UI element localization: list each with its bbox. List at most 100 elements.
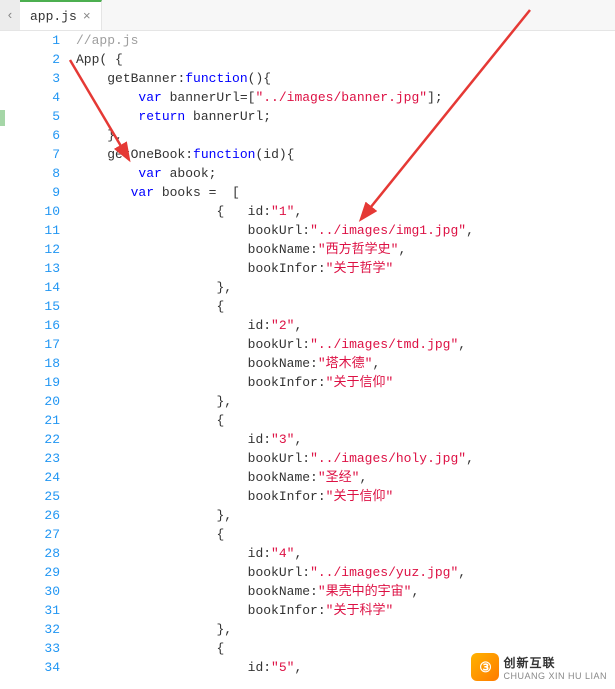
code-text: }, bbox=[107, 128, 123, 143]
code-string: "关于科学" bbox=[326, 603, 394, 618]
line-number: 17 bbox=[0, 335, 60, 354]
code-text: bookName: bbox=[248, 584, 318, 599]
line-number: 21 bbox=[0, 411, 60, 430]
code-text: bookUrl: bbox=[248, 337, 310, 352]
watermark-text: 创新互联 CHUANG XIN HU LIAN bbox=[503, 654, 607, 681]
line-number: 31 bbox=[0, 601, 60, 620]
code-text: , bbox=[294, 546, 302, 561]
line-number: 22 bbox=[0, 430, 60, 449]
code-text: bookInfor: bbox=[248, 375, 326, 390]
code-text: (id){ bbox=[255, 147, 294, 162]
code-string: "../images/tmd.jpg" bbox=[310, 337, 458, 352]
line-number: 27 bbox=[0, 525, 60, 544]
tab-filename: app.js bbox=[30, 9, 77, 24]
code-text: }, bbox=[216, 508, 232, 523]
code-string: "../images/holy.jpg" bbox=[310, 451, 466, 466]
line-number: 6 bbox=[0, 126, 60, 145]
code-text: , bbox=[458, 565, 466, 580]
code-string: "果壳中的宇宙" bbox=[318, 584, 412, 599]
line-number: 14 bbox=[0, 278, 60, 297]
line-number: 9 bbox=[0, 183, 60, 202]
code-text: App( { bbox=[76, 52, 123, 67]
line-number: 32 bbox=[0, 620, 60, 639]
line-number: 19 bbox=[0, 373, 60, 392]
code-text: ]; bbox=[427, 90, 443, 105]
line-number: 8 bbox=[0, 164, 60, 183]
line-number: 29 bbox=[0, 563, 60, 582]
code-text: { bbox=[216, 299, 224, 314]
code-string: "../images/img1.jpg" bbox=[310, 223, 466, 238]
watermark-cn: 创新互联 bbox=[503, 654, 607, 671]
line-number: 4 bbox=[0, 88, 60, 107]
line-number: 12 bbox=[0, 240, 60, 259]
code-text: id: bbox=[248, 432, 271, 447]
code-text: , bbox=[411, 584, 419, 599]
code-text: , bbox=[294, 660, 302, 675]
line-number: 11 bbox=[0, 221, 60, 240]
code-text: , bbox=[466, 451, 474, 466]
code-keyword: function bbox=[185, 71, 247, 86]
code-text: bannerUrl; bbox=[185, 109, 271, 124]
code-text: , bbox=[294, 318, 302, 333]
code-text: id: bbox=[248, 660, 271, 675]
code-text: , bbox=[398, 242, 406, 257]
code-string: "2" bbox=[271, 318, 294, 333]
line-number: 25 bbox=[0, 487, 60, 506]
code-text: abook; bbox=[162, 166, 217, 181]
code-keyword: function bbox=[193, 147, 255, 162]
line-number: 10 bbox=[0, 202, 60, 221]
line-number: 3 bbox=[0, 69, 60, 88]
code-text: , bbox=[294, 204, 302, 219]
code-string: "../images/banner.jpg" bbox=[255, 90, 427, 105]
code-string: "4" bbox=[271, 546, 294, 561]
code-text: bookName: bbox=[248, 242, 318, 257]
line-number: 7 bbox=[0, 145, 60, 164]
code-string: "西方哲学史" bbox=[318, 242, 399, 257]
code-text: }, bbox=[216, 622, 232, 637]
line-number: 28 bbox=[0, 544, 60, 563]
line-number: 2 bbox=[0, 50, 60, 69]
code-string: "1" bbox=[271, 204, 294, 219]
code-text: id: bbox=[248, 318, 271, 333]
line-number: 33 bbox=[0, 639, 60, 658]
tab-app-js[interactable]: app.js × bbox=[20, 0, 102, 30]
line-number: 16 bbox=[0, 316, 60, 335]
line-number: 30 bbox=[0, 582, 60, 601]
code-string: "关于信仰" bbox=[326, 489, 394, 504]
code-text: { bbox=[216, 527, 224, 542]
code-text: { bbox=[216, 413, 224, 428]
close-icon[interactable]: × bbox=[83, 10, 91, 23]
code-editor[interactable]: 1234567891011121314151617181920212223242… bbox=[0, 31, 615, 677]
code-string: "圣经" bbox=[318, 470, 360, 485]
code-text: , bbox=[359, 470, 367, 485]
line-number-gutter: 1234567891011121314151617181920212223242… bbox=[0, 31, 76, 677]
code-string: "3" bbox=[271, 432, 294, 447]
code-keyword: return bbox=[138, 109, 185, 124]
code-string: "关于信仰" bbox=[326, 375, 394, 390]
code-string: "5" bbox=[271, 660, 294, 675]
code-text: { id: bbox=[216, 204, 271, 219]
code-keyword: var bbox=[138, 166, 161, 181]
code-area: //app.js App( { getBanner:function(){ va… bbox=[76, 31, 474, 677]
tab-scroll-left[interactable]: ‹ bbox=[0, 0, 20, 30]
code-text: bookInfor: bbox=[248, 603, 326, 618]
code-prop: getOneBook bbox=[107, 147, 185, 162]
code-string: "塔木德" bbox=[318, 356, 373, 371]
code-text: bookInfor: bbox=[248, 489, 326, 504]
code-string: "关于哲学" bbox=[326, 261, 394, 276]
code-keyword: var bbox=[131, 185, 154, 200]
line-number: 1 bbox=[0, 31, 60, 50]
code-text: bookUrl: bbox=[248, 223, 310, 238]
code-keyword: var bbox=[138, 90, 161, 105]
watermark-en: CHUANG XIN HU LIAN bbox=[503, 671, 607, 681]
code-comment: //app.js bbox=[76, 33, 138, 48]
line-number: 23 bbox=[0, 449, 60, 468]
line-number: 15 bbox=[0, 297, 60, 316]
code-text: bookUrl: bbox=[248, 565, 310, 580]
line-number: 5 bbox=[0, 107, 60, 126]
code-text: , bbox=[294, 432, 302, 447]
line-number: 18 bbox=[0, 354, 60, 373]
watermark: ③ 创新互联 CHUANG XIN HU LIAN bbox=[471, 653, 607, 681]
code-text: }, bbox=[216, 280, 232, 295]
code-text: bookUrl: bbox=[248, 451, 310, 466]
